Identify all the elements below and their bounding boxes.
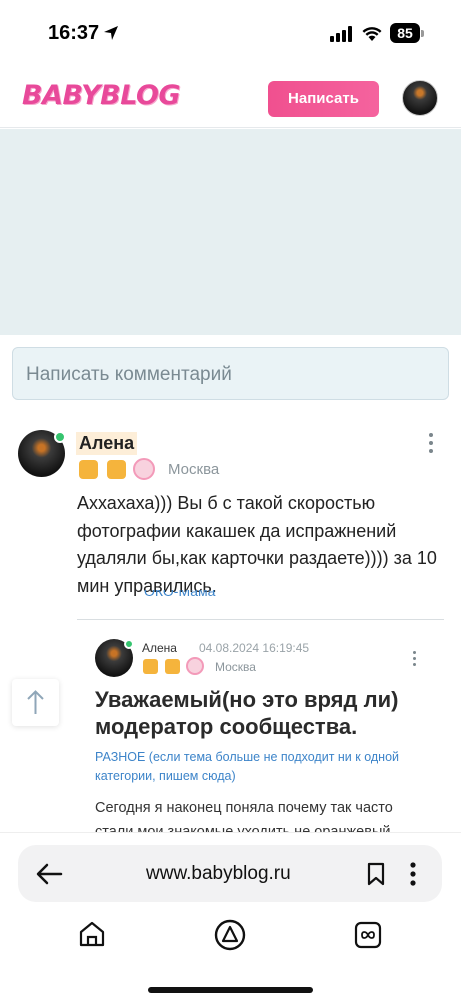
- status-bar: 16:37 85: [0, 0, 461, 62]
- online-indicator: [54, 431, 66, 443]
- write-button[interactable]: Написать: [268, 81, 379, 117]
- cellular-signal-icon: [330, 26, 352, 42]
- comment-input[interactable]: Написать комментарий: [12, 347, 449, 400]
- post-author-name[interactable]: Алена: [142, 641, 177, 655]
- rank-badge: [107, 460, 126, 479]
- home-icon[interactable]: [77, 919, 107, 949]
- post-author-city: Москва: [215, 660, 256, 674]
- wifi-icon: [362, 27, 382, 41]
- bookmark-icon[interactable]: [366, 862, 386, 886]
- rank-badge: [143, 659, 158, 674]
- hidden-behind-label: ОКО-Мама: [144, 590, 216, 599]
- address-bar[interactable]: www.babyblog.ru: [18, 845, 442, 902]
- comment-more-icon[interactable]: [429, 433, 435, 457]
- post-body-preview: Сегодня я наконец поняла почему так част…: [95, 800, 393, 832]
- battery-level: 85: [390, 23, 420, 43]
- tabs-icon[interactable]: [354, 921, 382, 949]
- community-badge: [133, 458, 155, 480]
- home-indicator: [148, 987, 313, 993]
- post-category-link[interactable]: РАЗНОЕ (если тема больше не подходит ни …: [95, 748, 435, 786]
- arrow-up-icon: [27, 690, 44, 714]
- post-date: 04.08.2024 16:19:45: [199, 641, 310, 655]
- divider: [77, 619, 444, 620]
- browser-toolbar: www.babyblog.ru: [0, 832, 461, 1000]
- location-arrow-icon: [104, 26, 118, 40]
- url-text[interactable]: www.babyblog.ru: [146, 863, 291, 885]
- status-time: 16:37: [48, 22, 100, 44]
- hidden-behind-text: ОКО-Мама: [94, 590, 454, 604]
- battery-tip: [421, 30, 424, 37]
- babyblog-logo[interactable]: BABYBLOG: [22, 80, 181, 111]
- community-badge: [186, 657, 204, 675]
- comment-text: Аххахаха))) Вы б с такой скоростью фотог…: [77, 493, 437, 596]
- comment-author-name[interactable]: Алена: [76, 432, 138, 455]
- alice-assistant-icon[interactable]: [213, 918, 247, 952]
- site-header: BABYBLOG Написать: [0, 62, 461, 128]
- post-title[interactable]: Уважаемый(но это вряд ли) модератор сооб…: [95, 686, 445, 740]
- user-avatar[interactable]: [402, 80, 438, 116]
- online-indicator: [124, 639, 134, 649]
- comment-author-city: Москва: [168, 461, 220, 478]
- back-arrow-icon[interactable]: [35, 862, 63, 886]
- content-placeholder: [0, 129, 461, 335]
- more-vertical-icon[interactable]: [409, 861, 417, 887]
- post-more-icon[interactable]: [413, 651, 419, 670]
- scroll-to-top-button[interactable]: [12, 679, 59, 726]
- rank-badge: [165, 659, 180, 674]
- rank-badge: [79, 460, 98, 479]
